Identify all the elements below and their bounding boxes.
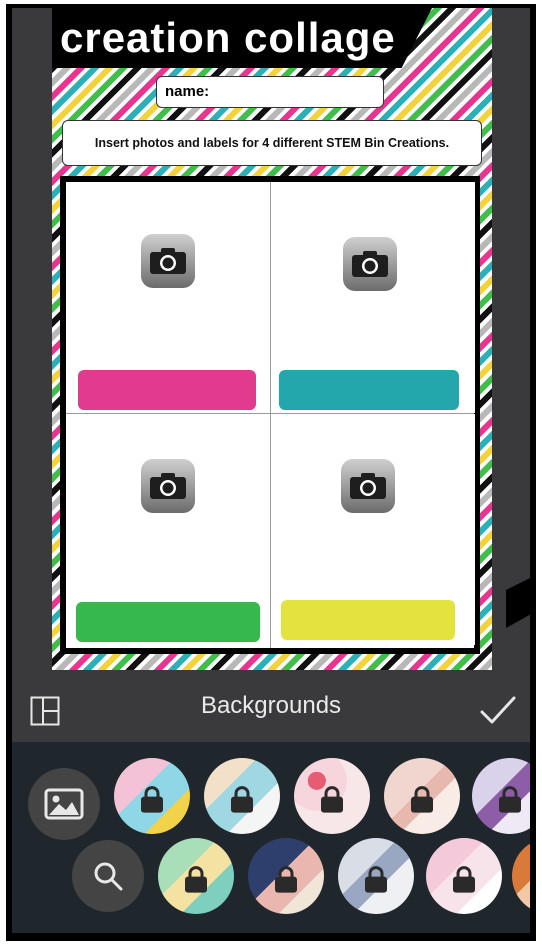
lock-icon: [275, 866, 297, 893]
app-screen: creation collage name: Insert photos and…: [12, 8, 530, 933]
photo-library-button[interactable]: [28, 768, 100, 840]
bottom-toolbar: Backgrounds: [12, 670, 530, 742]
checkmark-icon[interactable]: [478, 690, 518, 730]
background-option-2[interactable]: [204, 758, 280, 834]
background-option-6[interactable]: [158, 838, 234, 914]
photo-grid: [60, 176, 480, 654]
image-icon: [44, 788, 84, 820]
background-option-7[interactable]: [248, 838, 324, 914]
photo-cell-2[interactable]: [271, 182, 475, 413]
name-field[interactable]: name:: [156, 76, 384, 108]
background-option-1[interactable]: [114, 758, 190, 834]
lock-icon: [321, 786, 343, 813]
label-bar-yellow[interactable]: [281, 600, 455, 640]
lock-icon: [141, 786, 163, 813]
camera-icon[interactable]: [341, 459, 395, 513]
background-option-9[interactable]: [426, 838, 502, 914]
lock-icon: [453, 866, 475, 893]
lock-icon: [411, 786, 433, 813]
poster-title: creation collage: [60, 14, 396, 61]
camera-icon[interactable]: [141, 459, 195, 513]
grid-divider-horizontal: [66, 413, 474, 414]
grid-divider-vertical: [270, 182, 271, 648]
lock-icon: [231, 786, 253, 813]
label-bar-pink[interactable]: [78, 370, 256, 410]
background-option-10[interactable]: [512, 838, 530, 914]
search-icon: [94, 862, 123, 891]
label-bar-green[interactable]: [76, 602, 260, 642]
collage-poster: creation collage name: Insert photos and…: [52, 8, 492, 670]
photo-cell-4[interactable]: [271, 414, 475, 645]
instructions-text: Insert photos and labels for 4 different…: [94, 136, 450, 150]
background-option-5[interactable]: [472, 758, 530, 834]
lock-icon: [499, 786, 521, 813]
search-button[interactable]: [72, 840, 144, 912]
background-option-4[interactable]: [384, 758, 460, 834]
photo-cell-3[interactable]: [66, 414, 270, 645]
label-bar-teal[interactable]: [279, 370, 459, 410]
backgrounds-tray: [12, 742, 530, 933]
background-option-3[interactable]: [294, 758, 370, 834]
lock-icon: [365, 866, 387, 893]
camera-icon[interactable]: [141, 234, 195, 288]
toolbar-title: Backgrounds: [200, 692, 342, 719]
camera-icon[interactable]: [343, 237, 397, 291]
photo-cell-1[interactable]: [66, 182, 270, 413]
instructions-box: Insert photos and labels for 4 different…: [62, 120, 482, 166]
lock-icon: [185, 866, 207, 893]
background-option-8[interactable]: [338, 838, 414, 914]
